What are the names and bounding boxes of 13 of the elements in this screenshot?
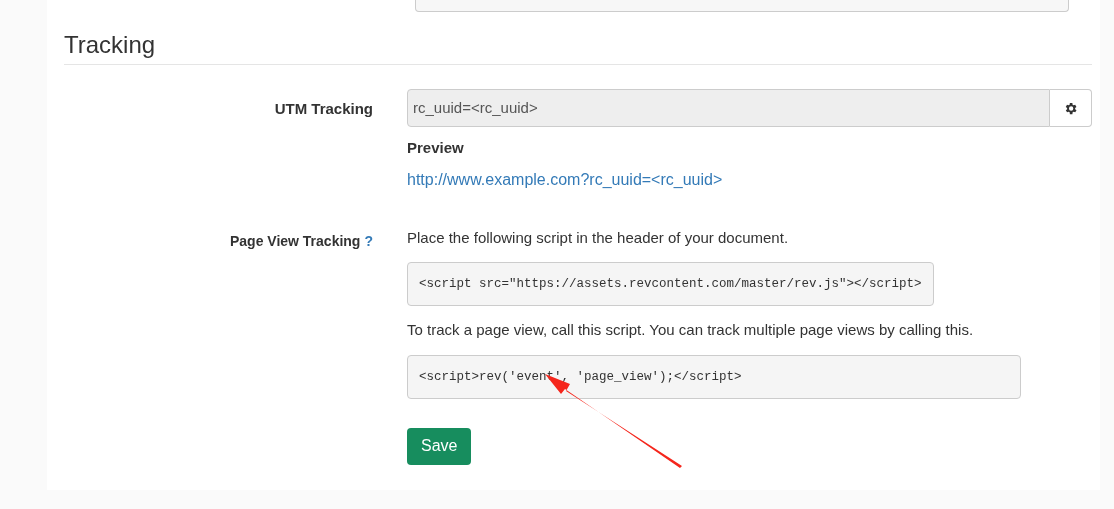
field-label: UTM Tracking [274,99,373,119]
settings-button[interactable] [1050,89,1092,127]
code-block: <script src="https://assets.revcontent.com/master/rev.js"></script> [407,262,934,306]
help-link[interactable]: ? [364,230,373,252]
instruction-text: To track a page view, call this script. You can track multiple page views by calling this. [407,320,974,340]
input-field[interactable] [415,0,1069,12]
preview-label: Preview [407,138,464,158]
field-label: Page View Tracking [229,231,361,251]
code-block: <script>rev('event', 'page_view');</script> [407,354,1021,399]
instruction-text: Place the following script in the header of your document. [407,227,789,248]
save-button[interactable]: Save [407,427,472,465]
settings-icon [1063,100,1078,116]
section-title: Tracking [64,31,157,59]
